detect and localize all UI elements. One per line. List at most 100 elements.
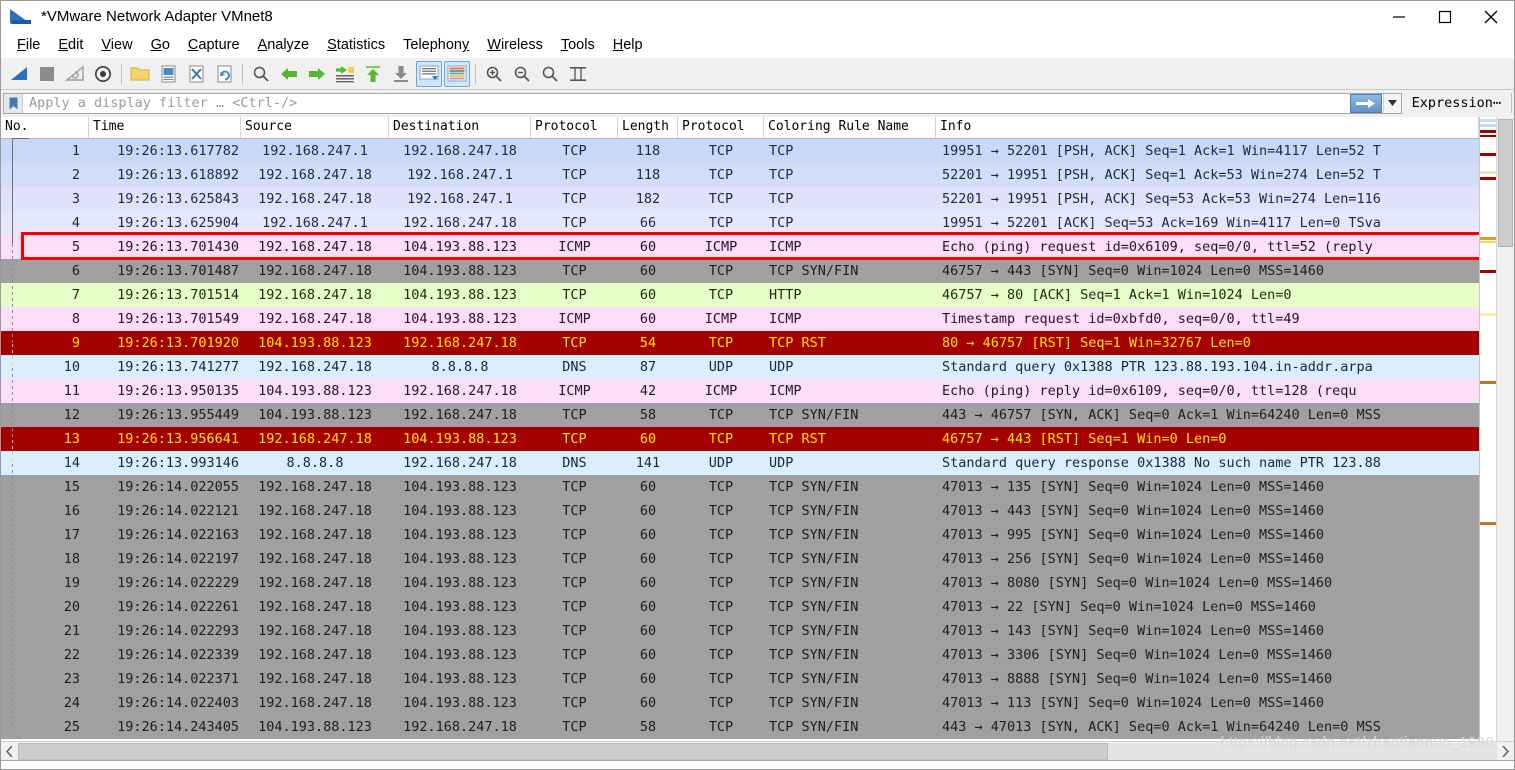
start-capture-icon[interactable] <box>6 61 32 87</box>
table-row[interactable]: 20 19:26:14.022261 192.168.247.18 104.193.8… <box>1 595 1479 619</box>
vertical-scroll-thumb[interactable] <box>1498 119 1513 247</box>
cell-dst: 192.168.247.18 <box>403 719 517 735</box>
cell-len: 60 <box>639 623 657 639</box>
resize-columns-icon[interactable] <box>565 61 591 87</box>
table-row[interactable]: 3 19:26:13.625843 192.168.247.18 192.168.24… <box>1 187 1479 211</box>
table-row[interactable]: 17 19:26:14.022163 192.168.247.18 104.193.8… <box>1 523 1479 547</box>
go-last-packet-icon[interactable] <box>388 61 414 87</box>
table-row[interactable]: 11 19:26:13.950135 104.193.88.123 192.168.2… <box>1 379 1479 403</box>
zoom-in-icon[interactable] <box>481 61 507 87</box>
table-row[interactable]: 6 19:26:13.701487 192.168.247.18 104.193.88… <box>1 259 1479 283</box>
find-packet-icon[interactable] <box>248 61 274 87</box>
table-row[interactable]: 9 19:26:13.701920 104.193.88.123 192.168.24… <box>1 331 1479 355</box>
go-to-packet-icon[interactable] <box>332 61 358 87</box>
column-header-length[interactable]: Length <box>618 117 678 138</box>
menu-view[interactable]: View <box>92 35 141 55</box>
menu-edit[interactable]: Edit <box>49 35 92 55</box>
menu-tools[interactable]: Tools <box>552 35 604 55</box>
display-filter-input-wrap[interactable]: Apply a display filter … <Ctrl-/> <box>3 92 1402 114</box>
cell-proto2: UDP <box>708 455 734 471</box>
packet-list-horizontal-scrollbar[interactable] <box>1 741 1514 760</box>
go-back-icon[interactable] <box>276 61 302 87</box>
close-button[interactable] <box>1468 1 1514 32</box>
minimap-mark <box>1480 153 1496 156</box>
cell-info: 19951 → 52201 [ACK] Seq=53 Ack=169 Win=4… <box>942 215 1381 231</box>
table-row[interactable]: 19 19:26:14.022229 192.168.247.18 104.193.8… <box>1 571 1479 595</box>
table-row[interactable]: 12 19:26:13.955449 104.193.88.123 192.168.2… <box>1 403 1479 427</box>
column-header-info[interactable]: Info <box>936 117 1479 138</box>
column-header-time[interactable]: Time <box>89 117 241 138</box>
cell-proto2: TCP <box>708 479 734 495</box>
stop-capture-icon[interactable] <box>34 61 60 87</box>
table-row[interactable]: 24 19:26:14.022403 192.168.247.18 104.193.8… <box>1 691 1479 715</box>
reload-file-icon[interactable] <box>211 61 237 87</box>
table-row[interactable]: 8 19:26:13.701549 192.168.247.18 104.193.88… <box>1 307 1479 331</box>
cell-src: 192.168.247.18 <box>258 431 372 447</box>
minimize-button[interactable] <box>1376 1 1422 32</box>
table-row[interactable]: 15 19:26:14.022055 192.168.247.18 104.193.8… <box>1 475 1479 499</box>
capture-options-icon[interactable] <box>90 61 116 87</box>
open-file-icon[interactable] <box>127 61 153 87</box>
menu-statistics[interactable]: Statistics <box>318 35 394 55</box>
filter-history-dropdown[interactable] <box>1382 93 1401 113</box>
table-row[interactable]: 16 19:26:14.022121 192.168.247.18 104.193.8… <box>1 499 1479 523</box>
menu-help[interactable]: Help <box>604 35 652 55</box>
table-row[interactable]: 4 19:26:13.625904 192.168.247.1 192.168.247… <box>1 211 1479 235</box>
table-row[interactable]: 22 19:26:14.022339 192.168.247.18 104.193.8… <box>1 643 1479 667</box>
packet-list-vertical-scrollbar[interactable] <box>1496 117 1514 741</box>
cell-dst: 104.193.88.123 <box>403 311 517 327</box>
auto-scroll-icon[interactable] <box>416 60 442 87</box>
zoom-out-icon[interactable] <box>509 61 535 87</box>
scroll-left-icon[interactable] <box>1 742 18 760</box>
column-header-source[interactable]: Source <box>241 117 389 138</box>
menu-analyze[interactable]: Analyze <box>249 35 319 55</box>
column-header-protocol[interactable]: Protocol <box>531 117 618 138</box>
menu-go[interactable]: Go <box>142 35 179 55</box>
search-input[interactable]: Apply a display filter … <Ctrl-/> <box>23 95 1350 111</box>
scroll-right-icon[interactable] <box>1497 742 1514 760</box>
table-row[interactable]: 25 19:26:14.243405 104.193.88.123 192.168.2… <box>1 715 1479 739</box>
table-row[interactable]: 7 19:26:13.701514 192.168.247.18 104.193.88… <box>1 283 1479 307</box>
menu-telephony[interactable]: Telephony <box>394 35 478 55</box>
cell-proto: TCP <box>562 143 587 159</box>
table-row[interactable]: 14 19:26:13.993146 8.8.8.8 192.168.247.18 DN… <box>1 451 1479 475</box>
cell-color: UDP <box>769 455 794 471</box>
cell-time: 19:26:13.701430 <box>117 239 239 255</box>
apply-filter-button[interactable] <box>1349 93 1382 113</box>
go-forward-icon[interactable] <box>304 61 330 87</box>
maximize-button[interactable] <box>1422 1 1468 32</box>
colorize-packets-icon[interactable] <box>444 60 470 87</box>
save-file-icon[interactable] <box>155 61 181 87</box>
table-row[interactable]: 2 19:26:13.618892 192.168.247.18 192.168.24… <box>1 163 1479 187</box>
restart-capture-icon[interactable] <box>62 61 88 87</box>
table-row[interactable]: 23 19:26:14.022371 192.168.247.18 104.193.8… <box>1 667 1479 691</box>
go-first-packet-icon[interactable] <box>360 61 386 87</box>
menu-capture[interactable]: Capture <box>179 35 249 55</box>
column-header-coloring-rule-name[interactable]: Coloring Rule Name <box>764 117 936 138</box>
bookmark-icon[interactable] <box>4 93 23 113</box>
cell-dst: 104.193.88.123 <box>403 287 517 303</box>
zoom-reset-icon[interactable] <box>537 61 563 87</box>
menu-file[interactable]: File <box>8 35 49 55</box>
menu-wireless[interactable]: Wireless <box>478 35 552 55</box>
column-header-no[interactable]: No. <box>1 117 89 138</box>
minimap-mark <box>1480 177 1496 180</box>
table-row[interactable]: 10 19:26:13.741277 192.168.247.18 8.8.8.8 DN… <box>1 355 1479 379</box>
expression-button[interactable]: Expression⋯ <box>1402 95 1509 111</box>
table-row[interactable]: 13 19:26:13.956641 192.168.247.18 104.193.8… <box>1 427 1479 451</box>
column-header-destination[interactable]: Destination <box>389 117 531 138</box>
table-row[interactable]: 21 19:26:14.022293 192.168.247.18 104.193.8… <box>1 619 1479 643</box>
table-row[interactable]: 5 19:26:13.701430 192.168.247.18 104.193.88… <box>1 235 1479 259</box>
close-file-icon[interactable] <box>183 61 209 87</box>
column-header-protocol2[interactable]: Protocol <box>678 117 764 138</box>
horizontal-scroll-thumb[interactable] <box>18 742 1108 760</box>
wireshark-window: *VMware Network Adapter VMnet8 File Edit… <box>0 0 1515 770</box>
cell-len: 60 <box>639 575 657 591</box>
cell-src: 104.193.88.123 <box>258 719 372 735</box>
table-row[interactable]: 18 19:26:14.022197 192.168.247.18 104.193.8… <box>1 547 1479 571</box>
horizontal-scroll-track[interactable] <box>18 742 1497 760</box>
cell-no: 1 <box>71 143 80 159</box>
packet-list[interactable]: No. Time Source Destination Protocol Len… <box>1 117 1479 741</box>
cell-time: 19:26:14.022403 <box>117 695 239 711</box>
table-row[interactable]: 1 19:26:13.617782 192.168.247.1 192.168.247… <box>1 139 1479 163</box>
